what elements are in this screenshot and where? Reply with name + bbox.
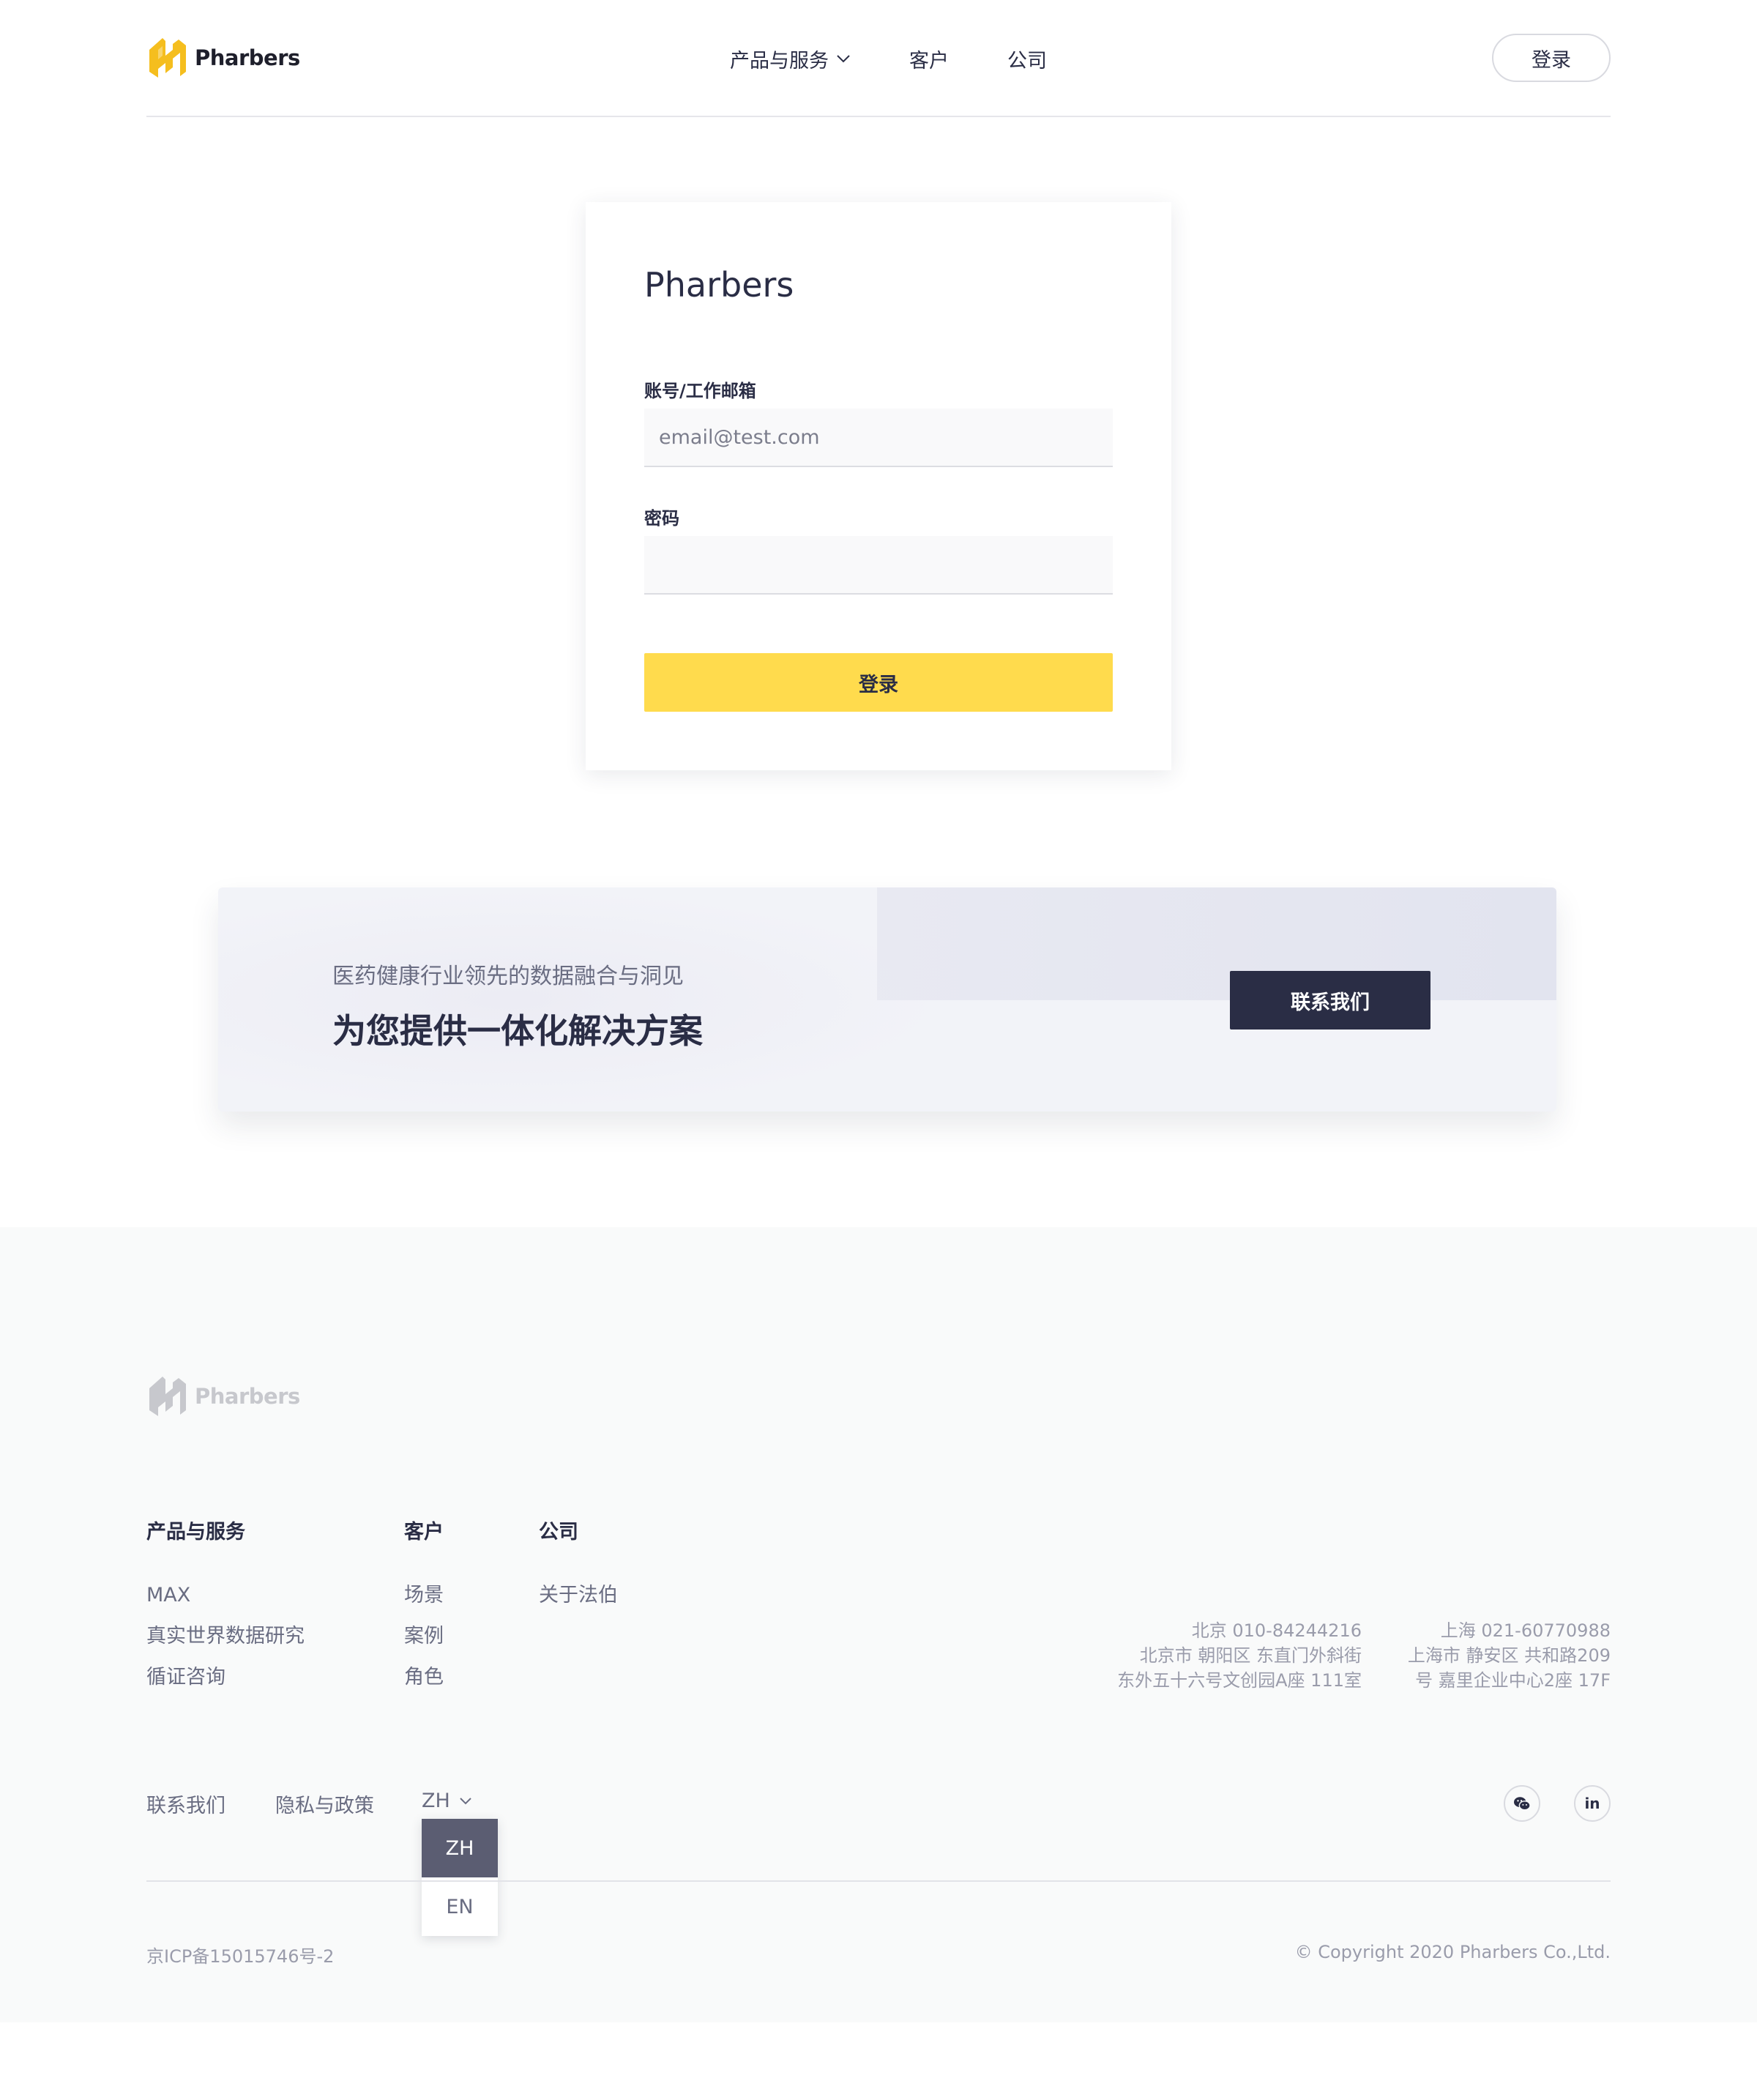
footer-link-max[interactable]: MAX [146,1575,305,1616]
footer-link-evidence-consulting[interactable]: 循证咨询 [146,1657,305,1698]
nav-customers-label: 客户 [909,49,949,72]
banner-title: 为您提供一体化解决方案 [332,1011,703,1051]
language-option-en[interactable]: EN [422,1877,498,1936]
main-nav: 产品与服务 客户 公司 [730,42,1047,75]
nav-company-label: 公司 [1007,49,1047,72]
footer-column-title: 公司 [539,1521,578,1544]
login-card-title: Pharbers [644,265,794,305]
copyright-text: © Copyright 2020 Pharbers Co.,Ltd. [1294,1942,1611,1962]
site-footer: Pharbers 产品与服务 MAX 真实世界数据研究 循证咨询 客户 场景 案… [0,1227,1757,2022]
nav-products-services[interactable]: 产品与服务 [730,45,851,73]
language-menu: ZH EN [422,1819,498,1936]
footer-link-cases[interactable]: 案例 [404,1616,444,1657]
chevron-down-icon [460,1798,471,1805]
cta-banner: 医药健康行业领先的数据融合与洞见 为您提供一体化解决方案 联系我们 [218,887,1556,1112]
footer-link-roles[interactable]: 角色 [404,1657,444,1698]
site-header: Pharbers 产品与服务 客户 公司 登录 [146,0,1611,117]
footer-link-rwe-research[interactable]: 真实世界数据研究 [146,1616,305,1657]
footer-privacy-link[interactable]: 隐私与政策 [275,1790,374,1818]
office-address-line: 东外五十六号文创园A座 111室 [1117,1670,1362,1691]
password-field[interactable] [644,536,1113,595]
footer-column-company: 公司 关于法伯 [539,1516,618,1616]
office-shanghai: 上海 021-60770988 上海市 静安区 共和路209 号 嘉里企业中心2… [1408,1618,1611,1693]
header-login-button[interactable]: 登录 [1492,34,1611,82]
nav-customers[interactable]: 客户 [909,45,949,73]
login-submit-button[interactable]: 登录 [644,653,1113,712]
nav-products-services-label: 产品与服务 [730,49,829,72]
brand-name: Pharbers [195,45,300,70]
office-address-line: 北京市 朝阳区 东直门外斜街 [1139,1645,1362,1666]
icp-license[interactable]: 京ICP备15015746号-2 [146,1942,334,1967]
footer-column-products: 产品与服务 MAX 真实世界数据研究 循证咨询 [146,1516,305,1698]
office-address-line: 号 嘉里企业中心2座 17F [1415,1670,1611,1691]
language-option-zh[interactable]: ZH [422,1819,498,1877]
chevron-down-icon [837,55,850,63]
office-beijing: 北京 010-84244216 北京市 朝阳区 东直门外斜街 东外五十六号文创园… [1117,1618,1362,1693]
office-address-line: 上海市 静安区 共和路209 [1407,1645,1611,1666]
language-selector[interactable]: ZH [422,1790,472,1812]
footer-column-customers: 客户 场景 案例 角色 [404,1516,444,1698]
footer-contact-link[interactable]: 联系我们 [146,1790,225,1818]
password-label: 密码 [644,508,679,529]
brand-logo[interactable]: Pharbers [146,34,300,82]
footer-link-about[interactable]: 关于法伯 [539,1575,618,1616]
footer-column-title: 客户 [404,1521,444,1544]
footer-logo[interactable]: Pharbers [146,1372,300,1421]
wechat-icon [1514,1797,1531,1811]
linkedin-button[interactable]: in [1574,1785,1611,1822]
footer-brand-name: Pharbers [195,1384,300,1409]
login-card: Pharbers 账号/工作邮箱 密码 登录 [586,202,1171,770]
banner-subtitle: 医药健康行业领先的数据融合与洞见 [332,964,684,989]
pharbers-logo-icon [149,1377,186,1416]
email-field[interactable] [644,409,1113,467]
email-label: 账号/工作邮箱 [644,381,756,401]
office-phone: 北京 010-84244216 [1191,1620,1362,1641]
banner-decoration [877,887,1556,1000]
linkedin-icon: in [1584,1795,1600,1812]
language-current: ZH [422,1790,450,1812]
footer-divider [146,1880,1611,1882]
banner-glow [218,887,950,1112]
pharbers-logo-icon [149,38,186,78]
office-phone: 上海 021-60770988 [1440,1620,1611,1641]
footer-link-scenarios[interactable]: 场景 [404,1575,444,1616]
footer-column-title: 产品与服务 [146,1521,245,1544]
wechat-button[interactable] [1504,1785,1540,1822]
contact-us-button[interactable]: 联系我们 [1230,971,1430,1029]
nav-company[interactable]: 公司 [1007,45,1047,73]
